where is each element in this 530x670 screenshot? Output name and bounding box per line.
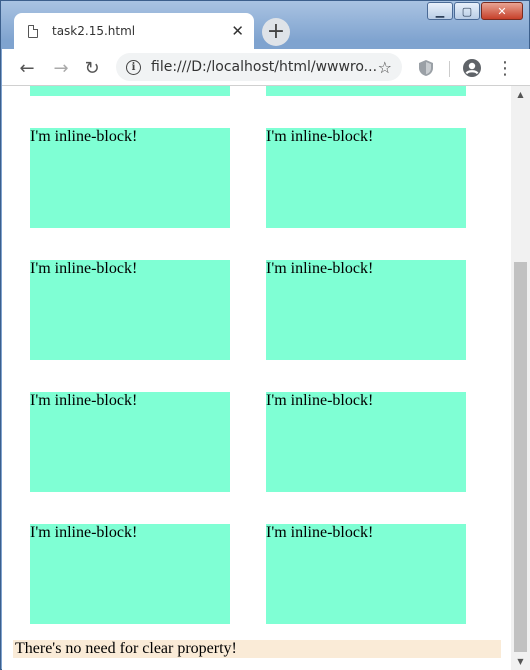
- toolbar-separator: [449, 61, 450, 77]
- toolbar: ← → ↻ i file:///D:/localhost/html/wwwro.…: [2, 49, 530, 86]
- inline-block-box: I'm inline-block!: [30, 392, 230, 492]
- inline-block-box: I'm inline-block!: [266, 392, 466, 492]
- inline-block-box: [266, 86, 466, 96]
- account-circle-icon[interactable]: [460, 56, 484, 80]
- reload-icon[interactable]: ↻: [80, 56, 104, 80]
- footer-note: There's no need for clear property!: [13, 640, 501, 658]
- inline-block-box: [30, 86, 230, 96]
- menu-icon[interactable]: ⋮: [493, 56, 517, 80]
- inline-block-box: I'm inline-block!: [30, 524, 230, 624]
- shield-extension-icon[interactable]: [414, 56, 438, 80]
- tab-close-icon[interactable]: ✕: [231, 22, 244, 40]
- new-tab-button[interactable]: +: [262, 18, 290, 46]
- inline-block-box: I'm inline-block!: [30, 260, 230, 360]
- page-content: I'm inline-block! I'm inline-block! I'm …: [2, 86, 510, 670]
- maximize-button[interactable]: ▢: [454, 2, 480, 20]
- bookmark-star-icon[interactable]: ☆: [378, 58, 392, 77]
- inline-block-box: I'm inline-block!: [266, 524, 466, 624]
- vertical-scrollbar[interactable]: ▲ ▼: [511, 86, 530, 670]
- minimize-button[interactable]: ▁: [427, 2, 453, 20]
- window-controls: ▁ ▢ ✕: [427, 2, 523, 20]
- window-close-button[interactable]: ✕: [481, 2, 523, 20]
- scroll-down-arrow-icon[interactable]: ▼: [511, 653, 530, 670]
- address-bar[interactable]: i file:///D:/localhost/html/wwwro... ☆: [116, 53, 402, 81]
- inline-block-box: I'm inline-block!: [30, 128, 230, 228]
- inline-block-box: I'm inline-block!: [266, 260, 466, 360]
- info-icon[interactable]: i: [126, 59, 141, 75]
- page-viewport: I'm inline-block! I'm inline-block! I'm …: [2, 86, 530, 670]
- scroll-up-arrow-icon[interactable]: ▲: [511, 86, 530, 103]
- url-text[interactable]: file:///D:/localhost/html/wwwro...: [151, 59, 378, 75]
- scrollbar-thumb[interactable]: [514, 262, 527, 652]
- tab-title: task2.15.html: [52, 24, 136, 38]
- forward-arrow-icon[interactable]: →: [49, 56, 73, 80]
- back-arrow-icon[interactable]: ←: [15, 56, 39, 80]
- inline-block-box: I'm inline-block!: [266, 128, 466, 228]
- browser-window: ▁ ▢ ✕ task2.15.html ✕ + ← → ↻ i file:///…: [0, 0, 530, 670]
- document-icon: [28, 24, 38, 38]
- browser-tab[interactable]: task2.15.html ✕: [14, 13, 254, 49]
